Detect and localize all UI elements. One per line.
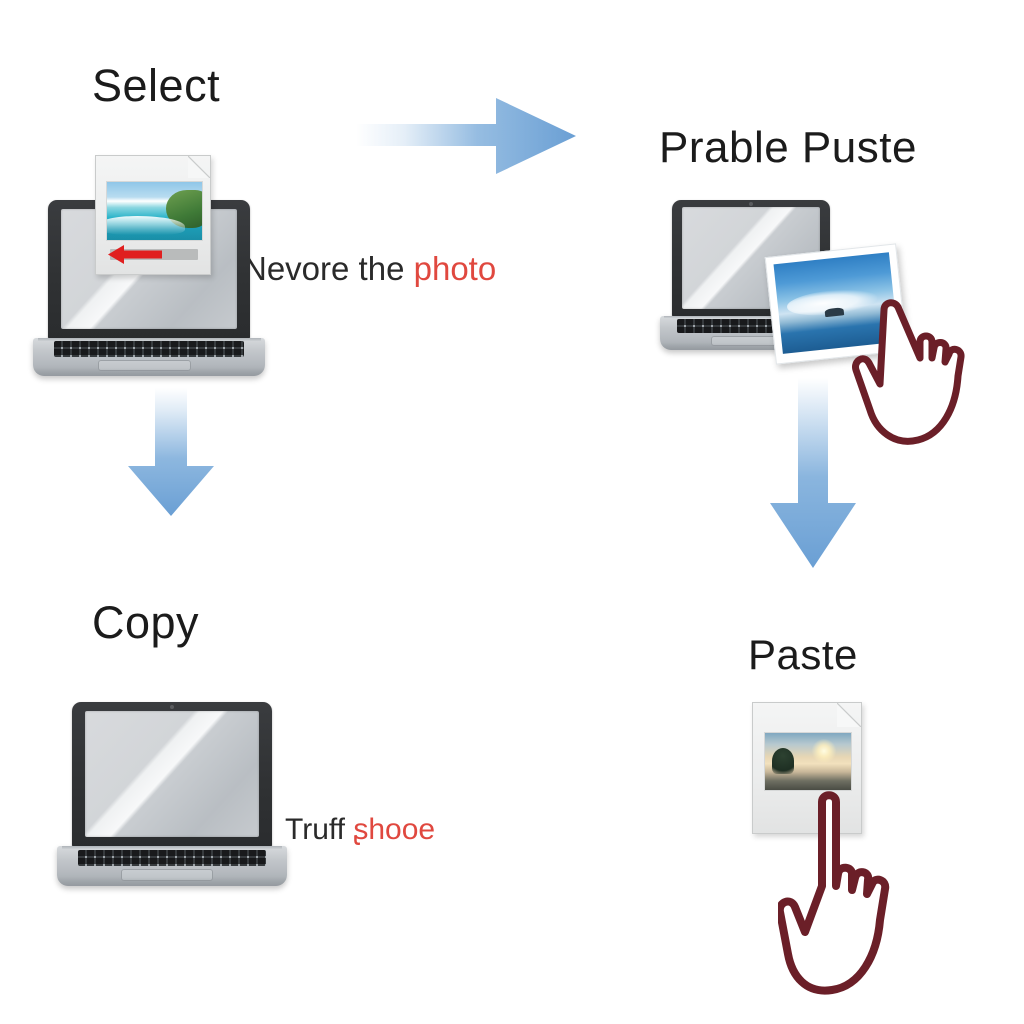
pointing-hand-cursor-icon[interactable]: [846, 258, 1016, 448]
laptop-base: [57, 846, 287, 886]
photo-file-icon-select[interactable]: [95, 155, 211, 275]
laptop-hinge: [61, 846, 283, 849]
step-caption-copy: Truff ʂhooe: [285, 813, 435, 847]
webcam-icon: [749, 202, 753, 207]
step-heading-select: Select: [92, 60, 221, 111]
caption-text-black: Nevore the: [243, 250, 405, 287]
laptop-copy: [57, 702, 287, 886]
step-caption-select: Nevore the photo: [243, 250, 496, 288]
progress-left-arrow-icon: [108, 245, 162, 264]
step-heading-copy: Copy: [92, 597, 200, 648]
caption-text-red: photo: [413, 250, 497, 287]
laptop-hinge: [37, 338, 261, 341]
arrow-down-icon: [770, 378, 856, 568]
page-fold-icon: [837, 703, 861, 727]
pointing-hand-cursor-icon[interactable]: [778, 790, 958, 1000]
caption-text-red: ʂhooe: [353, 813, 436, 846]
step-heading-prable-puste: Prable Puste: [659, 123, 917, 172]
arrow-right-icon: [356, 98, 576, 174]
laptop-lid: [72, 702, 272, 848]
webcam-icon: [170, 705, 174, 710]
laptop-trackpad: [97, 360, 191, 372]
caption-text-black: Truff: [285, 813, 346, 846]
photo-thumbnail-beach: [106, 181, 203, 241]
laptop-keyboard: [53, 341, 245, 358]
page-fold-icon: [188, 156, 210, 178]
step-heading-paste: Paste: [748, 631, 858, 678]
laptop-base: [32, 338, 266, 376]
photo-thumbnail-sunset: [764, 732, 852, 791]
laptop-keyboard: [77, 849, 267, 867]
laptop-trackpad: [121, 869, 214, 882]
arrow-down-icon: [128, 388, 214, 516]
diagram-canvas: Select Prable Puste Copy Paste Nevore th…: [0, 0, 1024, 1024]
laptop-screen: [85, 711, 259, 837]
